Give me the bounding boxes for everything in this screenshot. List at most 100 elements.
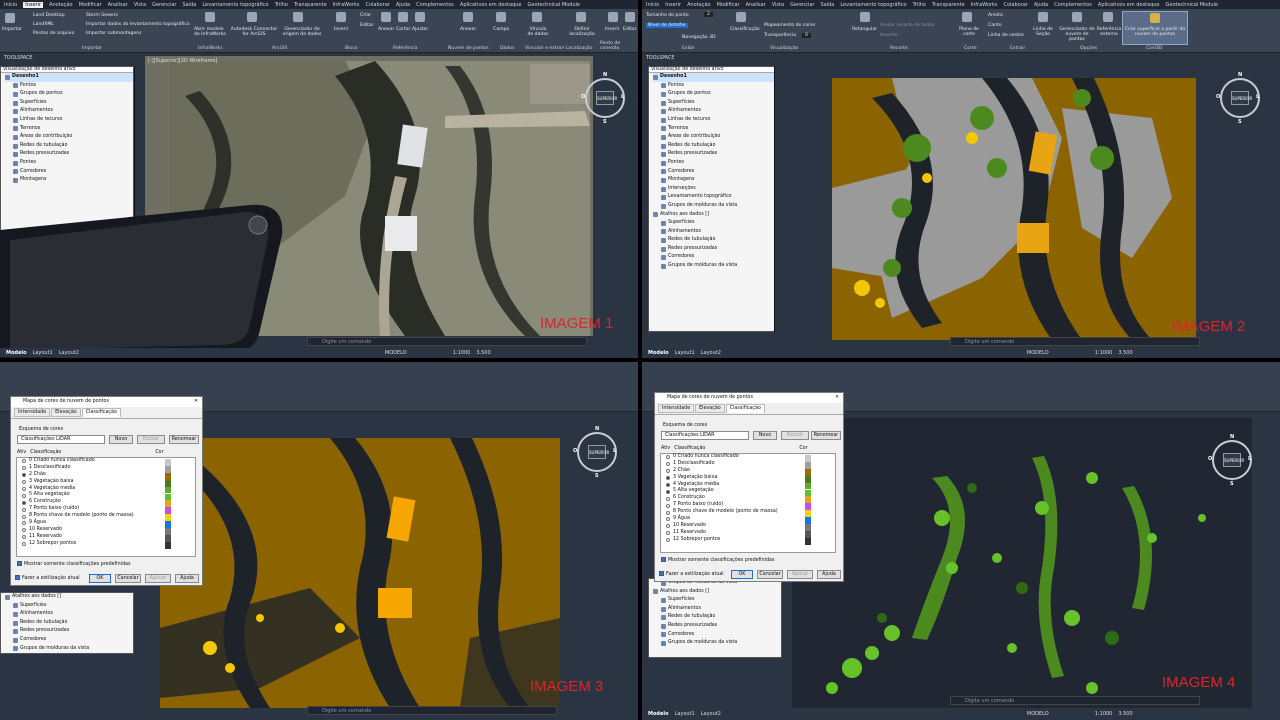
- tab-classificacao[interactable]: Classificação: [725, 404, 765, 413]
- class-color-swatch[interactable]: [165, 507, 171, 515]
- anexar-button[interactable]: Anexar: [378, 27, 394, 32]
- tab[interactable]: Levantamento topográfico: [840, 2, 906, 8]
- arcgis-connector-button[interactable]: Autodesk Connector for ArcGIS: [230, 27, 278, 37]
- tab[interactable]: Saída: [182, 2, 196, 8]
- class-color-swatch[interactable]: [165, 459, 171, 466]
- tab-elevacao[interactable]: Elevação: [695, 404, 725, 413]
- side-tabs[interactable]: [774, 66, 784, 332]
- tab[interactable]: Saída: [820, 2, 834, 8]
- tree-item[interactable]: Corredores: [653, 253, 781, 262]
- importar-subm-button[interactable]: Importar submontagens: [86, 31, 142, 36]
- tree-item[interactable]: Áreas de contribuição: [5, 133, 133, 142]
- tree-item[interactable]: Corredores: [653, 168, 781, 177]
- class-color-swatch[interactable]: [805, 475, 811, 483]
- tree-item[interactable]: Superfícies: [653, 99, 781, 108]
- tab[interactable]: Complementos: [416, 2, 454, 8]
- tree-item[interactable]: Linhas de recurso: [5, 116, 133, 125]
- viewcube-top[interactable]: SUPERIOR: [1231, 91, 1252, 105]
- class-color-swatch[interactable]: [805, 489, 811, 497]
- tree-item[interactable]: Superfícies: [653, 596, 781, 605]
- close-icon[interactable]: ✕: [835, 393, 839, 403]
- abrir-modelo-button[interactable]: Abrir modelo do InfraWorks: [194, 27, 230, 37]
- ref-externa-button[interactable]: Referência externa: [1096, 27, 1122, 37]
- landxml-button[interactable]: LandXML: [33, 22, 54, 27]
- cortar-button[interactable]: Cortar: [396, 27, 410, 32]
- pontos-arquivo-button[interactable]: Pontos de arquivo: [33, 31, 74, 36]
- tree-item[interactable]: Montagens: [653, 176, 781, 185]
- class-color-swatch[interactable]: [805, 530, 811, 538]
- inserir2-button[interactable]: Inserir: [605, 27, 620, 32]
- scheme-select[interactable]: Classificações LIDAR: [661, 431, 749, 440]
- class-color-swatch[interactable]: [165, 479, 171, 487]
- tab[interactable]: Aplicativos em destaque: [460, 2, 522, 8]
- tab[interactable]: Trilho: [913, 2, 926, 8]
- nav3d-button[interactable]: Navegação 3D: [682, 35, 716, 40]
- tab[interactable]: InfraWorks: [971, 2, 998, 8]
- viewport-label[interactable]: [-][Superior][2D Wireframe]: [148, 58, 217, 64]
- tree-item[interactable]: Grupos de molduras da vista: [653, 639, 781, 648]
- renomear-button[interactable]: Renomear: [169, 435, 199, 444]
- tree-item[interactable]: Alinhamentos: [653, 228, 781, 237]
- tab[interactable]: Geotechnical Module: [528, 2, 581, 8]
- tab[interactable]: Transparente: [294, 2, 327, 8]
- cancelar-button[interactable]: Cancelar: [757, 570, 783, 579]
- tab[interactable]: Início: [4, 2, 17, 8]
- class-color-swatch[interactable]: [805, 496, 811, 504]
- inverter-button[interactable]: Inverter: [880, 33, 898, 38]
- tab-inserir[interactable]: Inserir: [23, 1, 44, 8]
- storm-sewers-button[interactable]: Storm Sewers: [86, 13, 118, 18]
- linha-centro-button[interactable]: Linha de centro: [988, 33, 1024, 38]
- layout-tab[interactable]: Layout1: [675, 711, 695, 717]
- viewcube[interactable]: SUPERIOR N S L O: [1216, 72, 1260, 125]
- layout-tab[interactable]: Layout2: [59, 350, 79, 356]
- criar-button[interactable]: Criar: [360, 13, 371, 18]
- command-line[interactable]: Digite um comando: [307, 706, 557, 715]
- tree-item[interactable]: Grupos de pontos: [653, 90, 781, 99]
- tab-elevacao[interactable]: Elevação: [51, 408, 81, 417]
- tree-item[interactable]: Redes pressurizadas: [653, 150, 781, 159]
- color-mapping-button[interactable]: Mapeamento de cores: [764, 23, 815, 28]
- model-toggle[interactable]: MODELO: [1027, 711, 1049, 717]
- class-color-swatch[interactable]: [165, 541, 171, 549]
- tree-item[interactable]: Desenho1: [5, 73, 133, 82]
- tab[interactable]: Colaborar: [365, 2, 389, 8]
- class-color-swatch[interactable]: [165, 472, 171, 480]
- class-color-swatch[interactable]: [805, 517, 811, 524]
- definir-localizacao-button[interactable]: Definir localização: [567, 27, 597, 37]
- tree-item[interactable]: Atalhos aos dados []: [653, 211, 781, 220]
- anular-recorte-button[interactable]: Anular recorte de todos: [880, 23, 934, 28]
- layout-tab[interactable]: Layout1: [675, 350, 695, 356]
- scale-selector[interactable]: 1:1000: [1095, 711, 1113, 717]
- model-tab[interactable]: Modelo: [648, 350, 669, 356]
- viewport-classified[interactable]: [160, 438, 560, 708]
- tree-item[interactable]: Superfícies: [653, 219, 781, 228]
- novo-button[interactable]: Novo: [109, 435, 133, 444]
- tree-item[interactable]: Interseções: [653, 185, 781, 194]
- viewcube-top[interactable]: SUPERIOR: [596, 91, 617, 105]
- model-tab[interactable]: Modelo: [6, 350, 27, 356]
- scheme-select[interactable]: Classificações LIDAR: [17, 435, 105, 444]
- tab[interactable]: Levantamento topográfico: [202, 2, 268, 8]
- tree-item[interactable]: Redes pressurizadas: [5, 627, 133, 636]
- tree-item[interactable]: Desenho1: [653, 73, 781, 82]
- tree-item[interactable]: Superfícies: [5, 602, 133, 611]
- editar-button[interactable]: Editar: [360, 23, 374, 28]
- ajustar-button[interactable]: Ajustar: [412, 27, 428, 32]
- anexar2-button[interactable]: Anexar: [460, 27, 476, 32]
- layout-tab[interactable]: Layout1: [33, 350, 53, 356]
- class-color-swatch[interactable]: [165, 514, 171, 522]
- tab-classificacao[interactable]: Classificação: [81, 408, 121, 417]
- tab[interactable]: Início: [646, 2, 659, 8]
- tree-item[interactable]: Pontos: [653, 82, 781, 91]
- class-color-swatch[interactable]: [165, 528, 171, 535]
- tree-item[interactable]: Alinhamentos: [653, 107, 781, 116]
- ajuda-button[interactable]: Ajuda: [175, 574, 199, 583]
- class-color-swatch[interactable]: [805, 455, 811, 462]
- tree-item[interactable]: Grupos de pontos: [5, 90, 133, 99]
- ok-button[interactable]: OK: [731, 570, 753, 579]
- fazer-checkbox[interactable]: Fazer a estilização atual: [659, 571, 724, 577]
- retangular-button[interactable]: Retangular: [852, 27, 877, 32]
- cancelar-button[interactable]: Cancelar: [115, 574, 141, 583]
- class-color-swatch[interactable]: [165, 465, 171, 473]
- class-color-swatch[interactable]: [165, 500, 171, 508]
